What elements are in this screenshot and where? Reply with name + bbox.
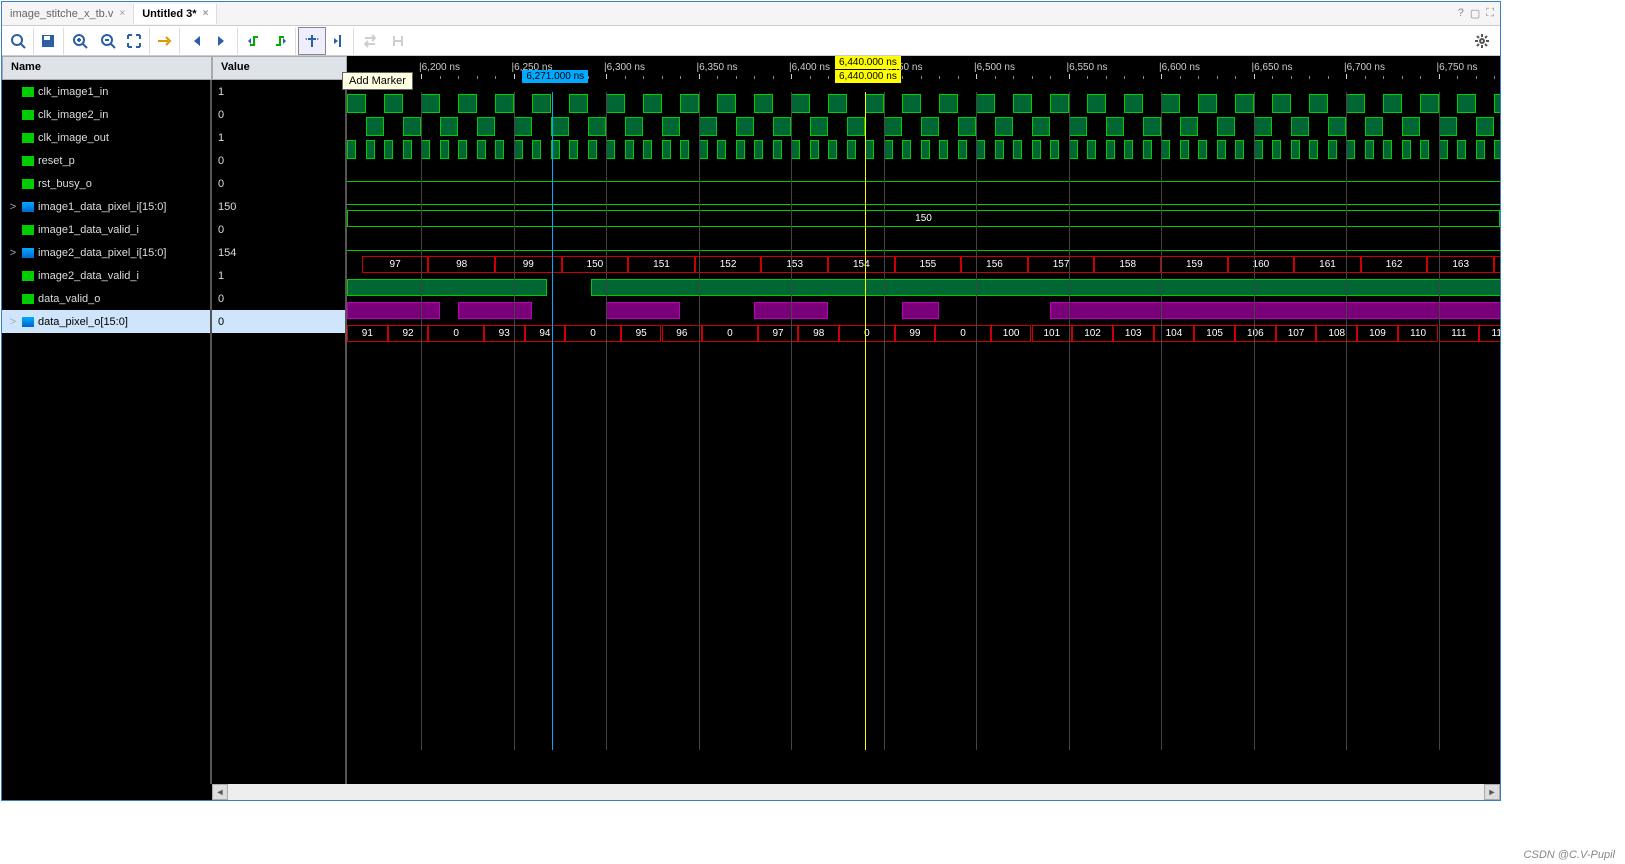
prev-marker-icon[interactable]: [326, 27, 354, 55]
bit-icon: [22, 179, 34, 189]
signal-name: rst_busy_o: [38, 178, 92, 190]
help-icon[interactable]: ?: [1458, 7, 1464, 20]
signal-name: image2_data_valid_i: [38, 270, 139, 282]
signal-name: clk_image_out: [38, 132, 109, 144]
expand-icon[interactable]: >: [8, 247, 18, 259]
signal-value: 0: [212, 103, 347, 126]
signal-name: data_valid_o: [38, 293, 100, 305]
goto-cursor-icon[interactable]: [152, 27, 180, 55]
signal-name: image2_data_pixel_i[15:0]: [38, 247, 166, 259]
signal-row[interactable]: > image1_data_pixel_i[15:0]: [2, 195, 212, 218]
signal-row[interactable]: clk_image1_in: [2, 80, 212, 103]
watermark: CSDN @C.V-Pupil: [1524, 849, 1615, 861]
waveform-area[interactable]: |6,200 ns|6,250 ns|6,300 ns|6,350 ns|6,4…: [347, 56, 1500, 800]
signal-row[interactable]: > image2_data_pixel_i[15:0]: [2, 241, 212, 264]
tab-label: Untitled 3*: [142, 8, 196, 20]
signal-row[interactable]: image1_data_valid_i: [2, 218, 212, 241]
bit-icon: [22, 294, 34, 304]
signal-value: 0: [212, 172, 347, 195]
zoom-in-icon[interactable]: [66, 27, 94, 55]
tab-bar: image_stitche_x_tb.v × Untitled 3* × ? ▢…: [2, 2, 1500, 26]
close-icon[interactable]: ×: [119, 8, 125, 19]
signal-name: reset_p: [38, 155, 75, 167]
bus-icon: [22, 202, 34, 212]
scroll-left-icon[interactable]: ◄: [212, 784, 228, 800]
value-column: Value 101001500154100: [212, 56, 347, 800]
toolbar: [2, 26, 1500, 56]
search-icon[interactable]: [6, 27, 34, 55]
bit-icon: [22, 271, 34, 281]
signal-value: 0: [212, 287, 347, 310]
signal-row[interactable]: clk_image_out: [2, 126, 212, 149]
signal-name: image1_data_pixel_i[15:0]: [38, 201, 166, 213]
save-icon[interactable]: [36, 27, 64, 55]
bit-icon: [22, 225, 34, 235]
signal-name: image1_data_valid_i: [38, 224, 139, 236]
prev-edge-icon[interactable]: [240, 27, 268, 55]
swap-b-icon[interactable]: [384, 27, 412, 55]
tab-file-1[interactable]: image_stitche_x_tb.v ×: [2, 4, 134, 24]
first-icon[interactable]: [182, 27, 210, 55]
signal-name: clk_image1_in: [38, 86, 108, 98]
signal-value: 1: [212, 264, 347, 287]
tab-file-2[interactable]: Untitled 3* ×: [134, 4, 217, 24]
signal-value: 154: [212, 241, 347, 264]
signal-name: data_pixel_o[15:0]: [38, 316, 128, 328]
signal-row[interactable]: clk_image2_in: [2, 103, 212, 126]
scroll-right-icon[interactable]: ►: [1484, 784, 1500, 800]
name-column: Name clk_image1_in clk_image2_in clk_image…: [2, 56, 212, 800]
tab-label: image_stitche_x_tb.v: [10, 8, 113, 20]
bit-icon: [22, 87, 34, 97]
bit-icon: [22, 110, 34, 120]
horizontal-scrollbar[interactable]: ◄ ►: [212, 784, 1500, 800]
signal-row[interactable]: rst_busy_o: [2, 172, 212, 195]
bus-icon: [22, 248, 34, 258]
bit-icon: [22, 133, 34, 143]
signal-value: 150: [212, 195, 347, 218]
signal-value: 0: [212, 218, 347, 241]
signal-row[interactable]: data_valid_o: [2, 287, 212, 310]
signal-row[interactable]: > data_pixel_o[15:0]: [2, 310, 212, 333]
add-marker-icon[interactable]: [298, 27, 326, 55]
tooltip: Add Marker: [342, 72, 413, 90]
zoom-fit-icon[interactable]: [122, 27, 150, 55]
close-icon[interactable]: ×: [203, 8, 209, 19]
signal-value: 0: [212, 310, 347, 333]
swap-a-icon[interactable]: [356, 27, 384, 55]
signal-value: 1: [212, 80, 347, 103]
maximize-icon[interactable]: ⛶: [1486, 7, 1494, 20]
signal-name: clk_image2_in: [38, 109, 108, 121]
signal-value: 0: [212, 149, 347, 172]
signal-row[interactable]: reset_p: [2, 149, 212, 172]
bit-icon: [22, 156, 34, 166]
last-icon[interactable]: [210, 27, 238, 55]
settings-icon[interactable]: [1468, 27, 1496, 55]
expand-icon[interactable]: >: [8, 201, 18, 213]
zoom-out-icon[interactable]: [94, 27, 122, 55]
next-edge-icon[interactable]: [268, 27, 296, 55]
expand-icon[interactable]: >: [8, 316, 18, 328]
time-ruler[interactable]: |6,200 ns|6,250 ns|6,300 ns|6,350 ns|6,4…: [347, 56, 1500, 92]
restore-icon[interactable]: ▢: [1470, 7, 1480, 20]
value-header[interactable]: Value: [212, 56, 347, 80]
name-header[interactable]: Name: [2, 56, 212, 80]
signal-value: 1: [212, 126, 347, 149]
signal-row[interactable]: image2_data_valid_i: [2, 264, 212, 287]
bus-icon: [22, 317, 34, 327]
